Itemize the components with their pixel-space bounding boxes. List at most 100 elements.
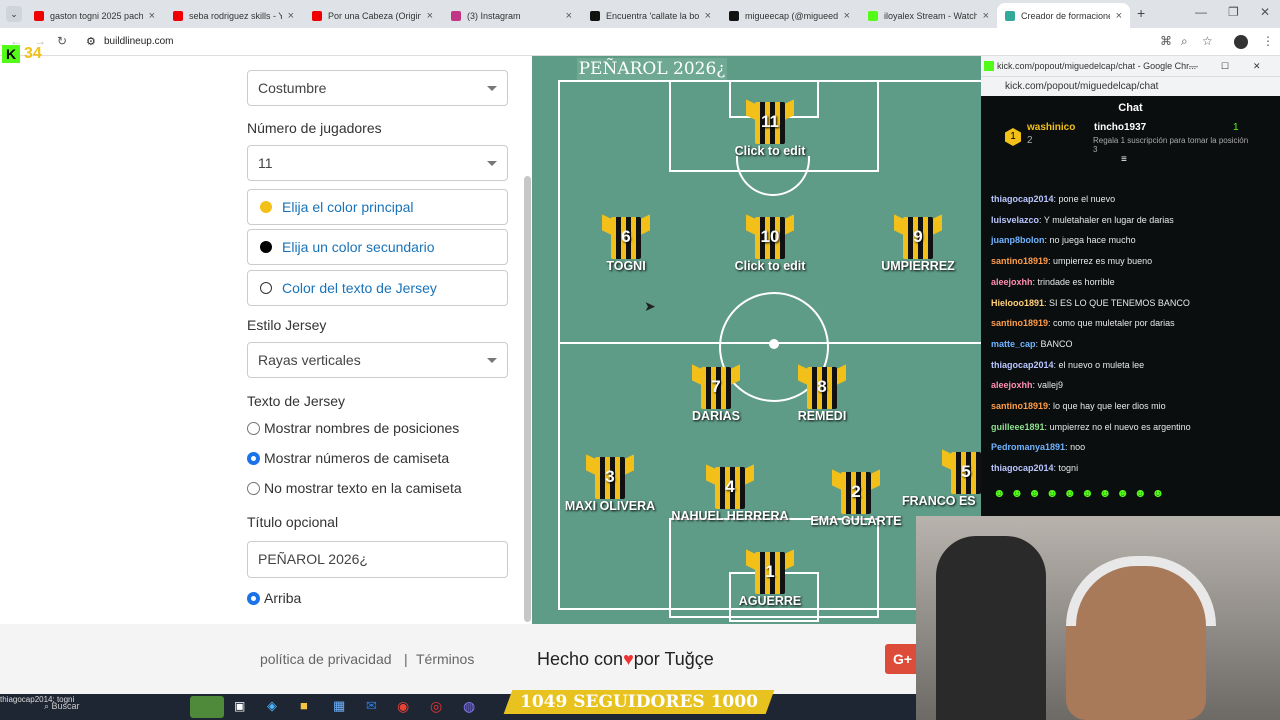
secondary-color-button[interactable]: Elija un color secundario [247, 229, 508, 265]
player-name[interactable]: DARIAS [656, 409, 776, 423]
chat-username[interactable]: luisvelazco [991, 215, 1039, 225]
close-icon[interactable]: × [427, 10, 433, 22]
browser-tab[interactable]: (3) Instagram × [443, 3, 580, 28]
chat-username[interactable]: aleejoxhh [991, 380, 1033, 390]
menu-icon[interactable]: ⋮ [1262, 34, 1274, 48]
browser-tab[interactable]: seba rodriguez skills - Yo × [165, 3, 302, 28]
chat-username[interactable]: santino18919 [991, 256, 1048, 266]
style-select[interactable]: Costumbre [247, 70, 508, 106]
browser-tab[interactable]: iloyalex Stream - Watch L × [860, 3, 997, 28]
zoom-icon[interactable]: ⌕ [1181, 34, 1188, 49]
radio-top[interactable]: Arriba [247, 590, 301, 606]
close-icon[interactable]: × [288, 10, 294, 22]
terms-link[interactable]: Términos [416, 651, 474, 667]
player-name[interactable]: TOGNI [566, 259, 686, 273]
jersey-style-select[interactable]: Rayas verticales [247, 342, 508, 378]
radio-positions[interactable]: Mostrar nombres de posiciones [247, 420, 459, 436]
widget-icon[interactable] [190, 696, 224, 718]
expand-icon[interactable]: ≡ [1121, 154, 1127, 165]
close-icon[interactable]: × [566, 10, 572, 22]
window-close-icon[interactable]: ✕ [1260, 5, 1270, 19]
player-slot[interactable]: 7 DARIAS [656, 363, 776, 423]
radio-button[interactable] [247, 421, 260, 435]
chat-url-bar[interactable]: kick.com/popout/miguedelcap/chat [981, 76, 1280, 96]
profile-avatar[interactable] [1234, 35, 1248, 49]
window-close-icon[interactable]: ✕ [1253, 56, 1261, 76]
browser-tab-active[interactable]: Creador de formaciones × [997, 3, 1130, 28]
radio-button[interactable] [247, 481, 260, 495]
player-slot[interactable]: 11 Click to edit [710, 98, 830, 158]
task-view-icon[interactable]: ▣ [234, 699, 245, 713]
chat-username[interactable]: thiagocap2014 [991, 360, 1054, 370]
chat-username[interactable]: guilleee1891 [991, 422, 1045, 432]
address-bar[interactable]: ⚙ buildlineup.com [80, 31, 1145, 53]
tab-search-button[interactable]: ⌄ [6, 6, 22, 22]
player-slot[interactable]: 2 EMA GULARTE [796, 468, 916, 528]
chat-username[interactable]: Pedromanya1891 [991, 442, 1065, 452]
radio-button-checked[interactable] [247, 591, 260, 605]
bookmark-star-icon[interactable]: ☆ [1202, 34, 1213, 48]
players-select[interactable]: 11 [247, 145, 508, 181]
obs-icon[interactable]: ◎ [430, 698, 442, 715]
emote-bar[interactable]: ☻☻☻☻☻☻☻☻☻☻ [993, 486, 1169, 500]
player-slot[interactable]: 8 REMEDI [762, 363, 882, 423]
title-input[interactable]: PEÑAROL 2026¿ [247, 541, 508, 578]
player-name[interactable]: Click to edit [710, 144, 830, 158]
text-color-button[interactable]: Color del texto de Jersey [247, 270, 508, 306]
browser-tab[interactable]: Por una Cabeza (Original) × [304, 3, 441, 28]
maximize-icon[interactable]: ❐ [1228, 5, 1239, 19]
player-name[interactable]: REMEDI [762, 409, 882, 423]
form-scrollbar[interactable] [524, 176, 531, 622]
browser-tab[interactable]: Encuentra 'callate la boca × [582, 3, 719, 28]
player-slot[interactable]: 4 NAHUEL HERRERA [670, 463, 790, 523]
radio-numbers[interactable]: Mostrar números de camiseta [247, 450, 449, 466]
player-slot[interactable]: 6 TOGNI [566, 213, 686, 273]
chat-username[interactable]: santino18919 [991, 318, 1048, 328]
player-slot[interactable]: 3 MAXI OLIVERA [550, 453, 670, 513]
close-icon[interactable]: × [844, 10, 850, 22]
chat-username[interactable]: santino18919 [991, 401, 1048, 411]
search-box[interactable]: ⌕ Buscar [44, 701, 80, 712]
radio-button-checked[interactable] [247, 451, 260, 465]
player-slot[interactable]: 1 AGUERRE [710, 548, 830, 608]
store-icon[interactable]: ▦ [333, 698, 345, 714]
minimize-icon[interactable]: — [1189, 56, 1198, 76]
player-name[interactable]: EMA GULARTE [796, 514, 916, 528]
player-name[interactable]: Click to edit [710, 259, 830, 273]
discord-icon[interactable]: ◍ [463, 698, 475, 715]
radio-none[interactable]: No mostrar texto en la camiseta [247, 480, 462, 496]
player-name[interactable]: FRANCO ES [902, 494, 982, 508]
player-name[interactable]: MAXI OLIVERA [550, 499, 670, 513]
chrome-icon[interactable]: ◉ [397, 698, 409, 715]
close-icon[interactable]: × [705, 10, 711, 22]
close-icon[interactable]: × [983, 10, 989, 22]
player-name[interactable]: NAHUEL HERRERA [670, 509, 790, 523]
chat-username[interactable]: Hielooo1891 [991, 298, 1044, 308]
close-icon[interactable]: × [1116, 10, 1122, 22]
google-plus-share-button[interactable]: G+ [885, 644, 919, 674]
player-slot[interactable]: 9 UMPIERREZ [858, 213, 978, 273]
gift-user[interactable]: tincho1937 [1094, 122, 1146, 133]
chat-username[interactable]: aleejoxhh [991, 277, 1033, 287]
chat-username[interactable]: thiagocap2014 [991, 463, 1054, 473]
folder-icon[interactable]: ■ [300, 698, 308, 713]
copilot-icon[interactable]: ◈ [267, 698, 277, 714]
maximize-icon[interactable]: ☐ [1221, 56, 1229, 76]
player-slot[interactable]: 10 Click to edit [710, 213, 830, 273]
chat-username[interactable]: juanp8bolon [991, 235, 1045, 245]
browser-tab[interactable]: migueecap (@migueede × [721, 3, 858, 28]
chat-username[interactable]: matte_cap [991, 339, 1036, 349]
privacy-link[interactable]: política de privacidad [260, 651, 392, 667]
player-slot[interactable]: 5 FRANCO ES [902, 448, 982, 508]
player-name[interactable]: UMPIERREZ [858, 259, 978, 273]
chat-username[interactable]: thiagocap2014 [991, 194, 1054, 204]
minimize-icon[interactable]: — [1195, 5, 1207, 19]
primary-color-button[interactable]: Elija el color principal [247, 189, 508, 225]
new-tab-button[interactable]: + [1137, 5, 1145, 21]
browser-tab[interactable]: gaston togni 2025 pachu × [26, 3, 163, 28]
mail-icon[interactable]: ✉ [366, 698, 377, 714]
reload-icon[interactable]: ↻ [57, 34, 67, 48]
pinned-user[interactable]: washinico [1027, 122, 1075, 133]
site-info-icon[interactable]: ⚙ [86, 31, 96, 53]
translate-icon[interactable]: ⌘ [1160, 34, 1172, 48]
